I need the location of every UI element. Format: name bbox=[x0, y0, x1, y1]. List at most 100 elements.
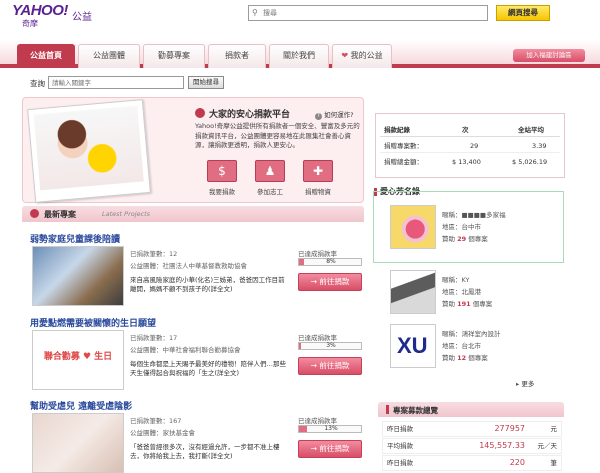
progress-percent: 8% bbox=[326, 258, 336, 265]
read-more-link[interactable]: (詳全文) bbox=[208, 285, 233, 293]
latest-projects-subtitle: Latest Projects bbox=[102, 210, 151, 218]
sponsor-prefix: 贊助 bbox=[442, 300, 455, 308]
project-desc-text: 每個生命都是上天賜予最美好的禮物！陪伴人們…那些天生僅得起合與祝福的「生之 bbox=[130, 360, 286, 377]
donation-record-box: 捐款紀錄 次 全站平均 捐贈專案數： 29 3.39 捐贈總金額： $ 13,4… bbox=[375, 113, 565, 178]
donor-sponsor-count: 贊助 29 個專案 bbox=[442, 233, 488, 243]
keyword-input[interactable] bbox=[48, 76, 184, 89]
progress-bar: 3% bbox=[298, 342, 362, 350]
yahoo-logo[interactable]: YAHOO! bbox=[12, 2, 68, 19]
web-search-button[interactable]: 網頁搜尋 bbox=[496, 5, 550, 21]
completion-label: 已達成捐款率 bbox=[298, 417, 337, 425]
project-image[interactable]: 聯合勸募 ♥ 生日 bbox=[32, 330, 124, 390]
discussion-button[interactable]: 加入福建討論區 bbox=[513, 49, 585, 62]
donate-now-button[interactable]: → 前往捐款 bbox=[298, 273, 362, 291]
how-it-works-link[interactable]: ? 如何運作? bbox=[315, 109, 354, 120]
site-name[interactable]: 公益 bbox=[72, 8, 92, 23]
project-desc-text: 「爸爸曾經很多次，沒有經過允許，一步都不准上樓去，你將給我上去，我打斷 bbox=[130, 443, 280, 460]
project-org[interactable]: 公益團體：社團法人中華基督教救助協會 bbox=[130, 260, 247, 270]
donate-now-label: 前往捐款 bbox=[319, 277, 350, 286]
project-org[interactable]: 公益團體：家扶基金會 bbox=[130, 427, 195, 437]
donor-item: XU 暱稱：鴻祥室內設計 地區：台北市 贊助 12 個專案 bbox=[386, 322, 556, 372]
dollar-icon: $ bbox=[218, 164, 226, 178]
question-icon: ? bbox=[315, 113, 322, 120]
project-image[interactable] bbox=[32, 246, 124, 306]
volunteer-button[interactable]: ♟ bbox=[255, 160, 285, 182]
top-bar: YAHOO! 奇摩 公益 ⚲ 網頁搜尋 bbox=[0, 0, 600, 34]
fund-label: 平均捐款 bbox=[387, 442, 413, 450]
donor-area: 地區：台北市 bbox=[442, 342, 481, 350]
tab-donors[interactable]: 捐款者 bbox=[208, 44, 266, 68]
fund-value: 220 bbox=[509, 458, 525, 467]
project-image[interactable] bbox=[32, 413, 124, 473]
read-more-link[interactable]: (詳全文) bbox=[215, 369, 240, 377]
donor-nickname[interactable]: 暱稱：鴻祥室內設計 bbox=[442, 328, 501, 338]
donor-avatar[interactable] bbox=[390, 205, 436, 249]
donate-goods-label[interactable]: 捐贈物資 bbox=[295, 186, 341, 196]
more-donors-link[interactable]: ▸ 更多 bbox=[516, 378, 534, 388]
stats-label: 捐贈專案數： bbox=[384, 142, 423, 150]
donate-button[interactable]: $ bbox=[207, 160, 237, 182]
volunteer-label[interactable]: 參加志工 bbox=[247, 186, 293, 196]
fund-row: 昨日捐款 277957 元 bbox=[382, 421, 562, 437]
donate-goods-button[interactable]: ✚ bbox=[303, 160, 333, 182]
project-title[interactable]: 用愛點燃需要被關懷的生日願望 bbox=[30, 316, 156, 329]
donor-nickname[interactable]: 暱稱：KY bbox=[442, 274, 470, 284]
project-donor-count: 已捐款筆數：12 bbox=[130, 250, 178, 258]
project-org[interactable]: 公益團體：中華社會福利聯合勸募協會 bbox=[130, 344, 241, 354]
fund-label: 昨日捐款 bbox=[387, 459, 413, 467]
donor-sponsor-count: 贊助 12 個專案 bbox=[442, 352, 488, 362]
sponsor-suffix: 個專案 bbox=[468, 354, 488, 362]
donate-now-button[interactable]: → 前往捐款 bbox=[298, 440, 362, 458]
stats-header-average: 全站平均 bbox=[518, 126, 544, 134]
stats-row: 捐贈總金額： $ 13,400 $ 5,026.19 bbox=[380, 156, 560, 169]
hero-description: Yahoo!奇摩公益提供所有捐款者一個安全、豐富及多元的捐款資訊平台，公益團體更… bbox=[195, 122, 360, 149]
tab-projects[interactable]: 勸募專案 bbox=[143, 44, 205, 68]
sponsor-prefix: 贊助 bbox=[442, 354, 455, 362]
hero-title: 大家的安心捐款平台 bbox=[209, 110, 291, 120]
donate-now-label: 前往捐款 bbox=[319, 361, 350, 370]
project-card: 幫助受虐兒 遠離受虐陰影 已捐款筆數：167 公益團體：家扶基金會 「爸爸曾經很… bbox=[22, 399, 364, 473]
sponsor-number: 29 bbox=[457, 235, 467, 243]
project-title[interactable]: 弱勢家庭兒童課後陪讀 bbox=[30, 232, 120, 245]
fund-unit: 元 bbox=[550, 425, 558, 433]
read-more-link[interactable]: (詳全文) bbox=[208, 452, 233, 460]
project-title[interactable]: 幫助受虐兒 遠離受虐陰影 bbox=[30, 399, 132, 412]
donor-item: 暱稱：KY 地區：北鳳港 贊助 191 個專案 bbox=[386, 268, 556, 318]
donate-label[interactable]: 我要捐款 bbox=[199, 186, 245, 196]
gift-icon: ✚ bbox=[312, 164, 324, 178]
tab-home[interactable]: 公益首頁 bbox=[17, 44, 75, 68]
latest-projects-title: 最新專案 bbox=[44, 210, 76, 219]
project-card: 弱勢家庭兒童課後陪讀 已捐款筆數：12 公益團體：社團法人中華基督教救助協會 來… bbox=[22, 232, 364, 312]
heart-icon: ❤ bbox=[341, 51, 349, 60]
search-icon: ⚲ bbox=[252, 8, 258, 17]
project-description: 「爸爸曾經很多次，沒有經過允許，一步都不准上樓去，你將給我上去，我打斷(詳全文) bbox=[130, 443, 288, 461]
donor-nickname[interactable]: 暱稱：■■■■多家福 bbox=[442, 209, 506, 219]
progress-percent: 3% bbox=[326, 342, 336, 349]
fund-unit: 元／天 bbox=[537, 442, 558, 450]
stats-average: $ 5,026.19 bbox=[512, 158, 548, 166]
top-search-input[interactable] bbox=[263, 7, 483, 19]
tab-about[interactable]: 關於我們 bbox=[269, 44, 329, 68]
query-label: 查詢 bbox=[30, 79, 45, 88]
stats-header-row: 捐款紀錄 次 全站平均 bbox=[380, 124, 560, 137]
tab-my-charity[interactable]: ❤ 我的公益 bbox=[332, 44, 392, 68]
platform-icon bbox=[195, 108, 205, 118]
sponsor-number: 12 bbox=[457, 354, 467, 362]
donor-avatar[interactable] bbox=[390, 270, 436, 314]
tab-organizations[interactable]: 公益團體 bbox=[78, 44, 140, 68]
donor-sponsor-count: 贊助 191 個專案 bbox=[442, 298, 492, 308]
start-search-button[interactable]: 開始搜尋 bbox=[188, 76, 224, 89]
donor-avatar[interactable]: XU bbox=[390, 324, 436, 368]
stats-header-record: 捐款紀錄 bbox=[384, 126, 410, 134]
donate-now-button[interactable]: → 前往捐款 bbox=[298, 357, 362, 375]
query-bar: 查詢 開始搜尋 bbox=[0, 74, 600, 92]
stats-average: 3.39 bbox=[532, 142, 547, 150]
fund-overview-title: 專案募款總覽 bbox=[393, 406, 438, 415]
progress-bar: 8% bbox=[298, 258, 362, 266]
project-donor-count: 已捐款筆數：17 bbox=[130, 334, 178, 342]
donor-item: 暱稱：■■■■多家福 地區：台中市 贊助 29 個專案 bbox=[386, 203, 556, 253]
stats-value: $ 13,400 bbox=[452, 158, 481, 166]
top-search-box[interactable]: ⚲ bbox=[248, 5, 488, 21]
progress-bar: 13% bbox=[298, 425, 362, 433]
stats-value: 29 bbox=[470, 142, 479, 150]
